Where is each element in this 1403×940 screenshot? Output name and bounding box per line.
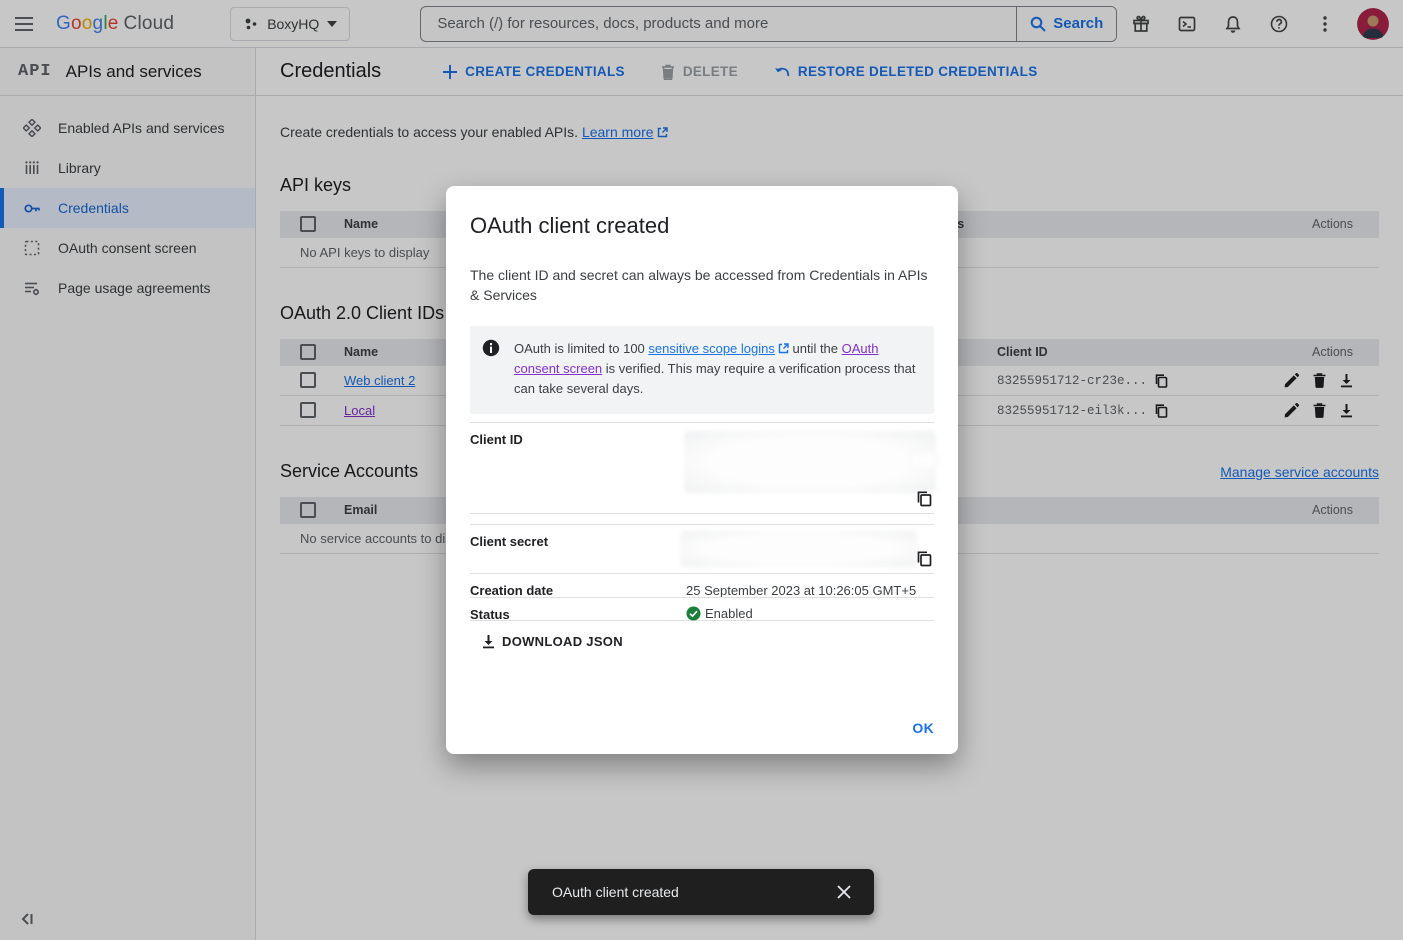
download-icon	[482, 634, 495, 649]
client-id-row: Client ID	[470, 422, 934, 513]
client-id-label: Client ID	[470, 423, 686, 513]
client-id-redacted	[684, 431, 936, 493]
creation-date-value: 25 September 2023 at 10:26:05 GMT+5	[686, 574, 934, 597]
copy-icon[interactable]	[917, 551, 932, 567]
oauth-limit-notice: OAuth is limited to 100 sensitive scope …	[470, 326, 934, 414]
notice-text: OAuth is limited to 100 sensitive scope …	[514, 339, 920, 399]
creation-date-label: Creation date	[470, 574, 686, 597]
status-label: Status	[470, 598, 686, 620]
status-row: Status Enabled	[470, 597, 934, 621]
close-icon[interactable]	[830, 878, 858, 906]
download-json-button[interactable]: DOWNLOAD JSON	[482, 634, 623, 649]
copy-icon[interactable]	[917, 491, 932, 507]
client-id-redacted	[908, 452, 938, 468]
client-secret-label: Client secret	[470, 525, 686, 573]
external-link-icon	[778, 343, 789, 354]
dialog-subtitle: The client ID and secret can always be a…	[470, 265, 934, 305]
client-secret-row: Client secret	[470, 524, 934, 573]
check-circle-icon	[686, 606, 701, 621]
creation-date-row: Creation date 25 September 2023 at 10:26…	[470, 573, 934, 597]
ok-button[interactable]: OK	[912, 720, 934, 736]
status-value-cell: Enabled	[686, 598, 934, 620]
client-secret-redacted	[680, 531, 918, 567]
dialog-title: OAuth client created	[470, 213, 934, 239]
dialog-fields: Client ID Client secret Creation date 25…	[470, 422, 934, 621]
toast-message: OAuth client created	[552, 884, 830, 900]
info-icon	[482, 339, 500, 399]
toast-notification: OAuth client created	[528, 869, 874, 915]
oauth-client-created-dialog: OAuth client created The client ID and s…	[446, 186, 958, 754]
spacer-row	[470, 513, 934, 524]
sensitive-scope-logins-link[interactable]: sensitive scope logins	[648, 341, 788, 356]
status-text: Enabled	[705, 606, 753, 621]
